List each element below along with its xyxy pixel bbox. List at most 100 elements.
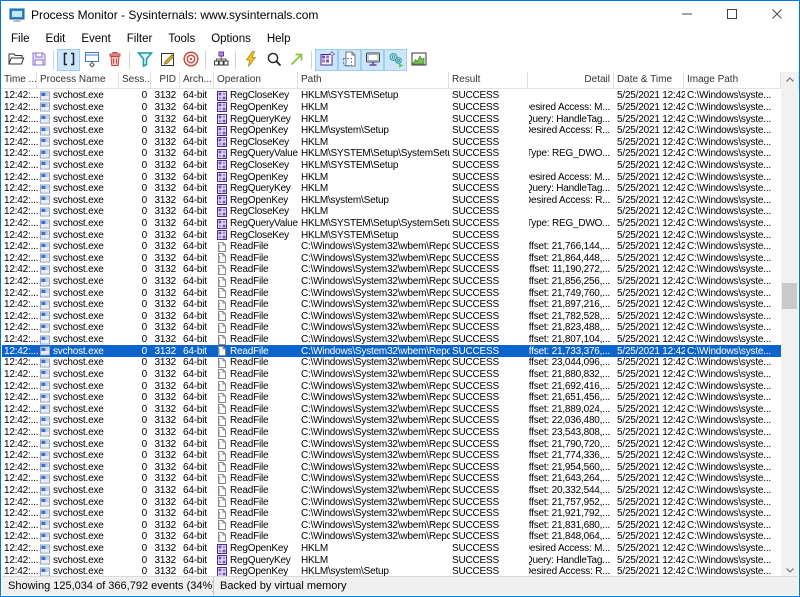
event-row[interactable]: 12:42:... svchost.exe 0 3132 64-bit ReadFile C… (2, 369, 783, 381)
event-row[interactable]: 12:42:... svchost.exe 0 3132 64-bit ReadFile C… (2, 253, 783, 265)
find-button[interactable] (262, 49, 285, 71)
event-row[interactable]: 12:42:... svchost.exe 0 3132 64-bit ReadFile C… (2, 438, 783, 450)
column-header-pid[interactable]: PID (151, 72, 180, 88)
menu-help[interactable]: Help (259, 31, 299, 47)
event-row[interactable]: 12:42:... svchost.exe 0 3132 64-bit ReadFile C… (2, 450, 783, 462)
event-row[interactable]: 12:42:... svchost.exe 0 3132 64-bit RegCloseK… (2, 90, 783, 102)
event-row[interactable]: 12:42:... svchost.exe 0 3132 64-bit ReadFile C… (2, 311, 783, 323)
event-row[interactable]: 12:42:... svchost.exe 0 3132 64-bit ReadFile C… (2, 334, 783, 346)
column-header-image_path[interactable]: Image Path (684, 72, 781, 88)
cell-operation: ReadFile (215, 380, 299, 392)
event-row[interactable]: 12:42:... svchost.exe 0 3132 64-bit RegCloseK… (2, 206, 783, 218)
vertical-scrollbar[interactable] (781, 72, 798, 578)
event-row[interactable]: 12:42:... svchost.exe 0 3132 64-bit RegQueryK… (2, 183, 783, 195)
event-row[interactable]: 12:42:... svchost.exe 0 3132 64-bit ReadFile C… (2, 415, 783, 427)
close-button[interactable] (754, 1, 799, 29)
cell-pid: 3132 (152, 345, 181, 357)
menu-event[interactable]: Event (73, 31, 118, 47)
save-button[interactable] (27, 49, 50, 71)
cell-detail: Offset: 21,757,952,... (529, 496, 615, 508)
event-row[interactable]: 12:42:... svchost.exe 0 3132 64-bit RegQueryV… (2, 148, 783, 160)
cell-text: C:\Windows\System32\wbem\Reposito... (301, 415, 450, 427)
show-profiling-button[interactable] (407, 49, 430, 71)
cell-text: 3132 (154, 519, 177, 531)
show-process-thread-button[interactable] (384, 49, 407, 71)
show-filesystem-button[interactable] (338, 49, 361, 71)
cell-operation: ReadFile (215, 287, 299, 299)
column-header-arch[interactable]: Arch... (180, 72, 214, 88)
event-row[interactable]: 12:42:... svchost.exe 0 3132 64-bit RegQueryV… (2, 218, 783, 230)
event-row[interactable]: 12:42:... svchost.exe 0 3132 64-bit ReadFile C… (2, 520, 783, 532)
event-row[interactable]: 12:42:... svchost.exe 0 3132 64-bit RegQueryK… (2, 554, 783, 566)
event-row[interactable]: 12:42:... svchost.exe 0 3132 64-bit ReadFile C… (2, 299, 783, 311)
column-header-detail[interactable]: Detail (528, 72, 614, 88)
cell-text: HKLM (301, 136, 328, 148)
column-header-operation[interactable]: Operation (214, 72, 298, 88)
highlight-button[interactable] (156, 49, 179, 71)
capture-button[interactable] (57, 49, 80, 71)
cell-time: 12:42:... (2, 206, 38, 218)
maximize-button[interactable] (709, 1, 754, 29)
event-row[interactable]: 12:42:... svchost.exe 0 3132 64-bit ReadFile C… (2, 462, 783, 474)
menu-options[interactable]: Options (203, 31, 259, 47)
column-header-result[interactable]: Result (449, 72, 528, 88)
event-row[interactable]: 12:42:... svchost.exe 0 3132 64-bit ReadFile C… (2, 496, 783, 508)
event-row[interactable]: 12:42:... svchost.exe 0 3132 64-bit RegOpenKe… (2, 125, 783, 137)
column-header-session[interactable]: Sess... (119, 72, 151, 88)
cell-text: 64-bit (183, 415, 207, 427)
event-row[interactable]: 12:42:... svchost.exe 0 3132 64-bit ReadFile C… (2, 287, 783, 299)
menu-tools[interactable]: Tools (160, 31, 203, 47)
column-header-datetime[interactable]: Date & Time (614, 72, 684, 88)
event-row[interactable]: 12:42:... svchost.exe 0 3132 64-bit ReadFile C… (2, 427, 783, 439)
event-row[interactable]: 12:42:... svchost.exe 0 3132 64-bit ReadFile C… (2, 508, 783, 520)
scroll-up-icon[interactable] (781, 72, 798, 87)
event-row[interactable]: 12:42:... svchost.exe 0 3132 64-bit ReadFile C… (2, 357, 783, 369)
column-header-time[interactable]: Time ... (1, 72, 37, 88)
event-row[interactable]: 12:42:... svchost.exe 0 3132 64-bit RegCloseK… (2, 136, 783, 148)
scrollbar-thumb[interactable] (782, 283, 797, 309)
event-row-selected[interactable]: 12:42:... svchost.exe 0 3132 64-bit ReadFile C… (2, 345, 783, 358)
event-row[interactable]: 12:42:... svchost.exe 0 3132 64-bit RegQueryK… (2, 113, 783, 125)
event-row[interactable]: 12:42:... svchost.exe 0 3132 64-bit RegCloseK… (2, 160, 783, 172)
process-icon (40, 520, 50, 530)
filter-button[interactable] (133, 49, 156, 71)
capture-events-button[interactable] (239, 49, 262, 71)
cell-text: 0 (141, 485, 148, 497)
process-tree-button[interactable] (209, 49, 232, 71)
autoscroll-button[interactable] (80, 49, 103, 71)
menu-filter[interactable]: Filter (119, 31, 161, 47)
event-row[interactable]: 12:42:... svchost.exe 0 3132 64-bit ReadFile C… (2, 473, 783, 485)
show-network-button[interactable] (361, 49, 384, 71)
show-registry-button[interactable] (315, 49, 338, 71)
menu-file[interactable]: File (3, 31, 38, 47)
event-row[interactable]: 12:42:... svchost.exe 0 3132 64-bit ReadFile C… (2, 241, 783, 253)
menu-edit[interactable]: Edit (38, 31, 74, 47)
event-row[interactable]: 12:42:... svchost.exe 0 3132 64-bit RegOpenKe… (2, 102, 783, 114)
column-header-path[interactable]: Path (298, 72, 449, 88)
event-row[interactable]: 12:42:... svchost.exe 0 3132 64-bit ReadFile C… (2, 322, 783, 334)
event-row[interactable]: 12:42:... svchost.exe 0 3132 64-bit ReadFile C… (2, 485, 783, 497)
cell-text: Offset: 20,332,544,... (529, 485, 610, 497)
event-row[interactable]: 12:42:... svchost.exe 0 3132 64-bit ReadFile C… (2, 392, 783, 404)
column-header-process[interactable]: Process Name (37, 72, 119, 88)
cell-time: 12:42:... (2, 403, 38, 415)
event-row[interactable]: 12:42:... svchost.exe 0 3132 64-bit ReadFile C… (2, 380, 783, 392)
open-button[interactable] (4, 49, 27, 71)
cell-text: SUCCESS (452, 194, 499, 206)
jump-to-button[interactable] (285, 49, 308, 71)
cell-pid: 3132 (152, 380, 181, 392)
clear-button[interactable] (103, 49, 126, 71)
cell-arch: 64-bit (181, 496, 215, 508)
event-row[interactable]: 12:42:... svchost.exe 0 3132 64-bit ReadFile C… (2, 531, 783, 543)
cell-text: svchost.exe (53, 125, 104, 137)
cell-text: svchost.exe (53, 508, 104, 520)
event-row[interactable]: 12:42:... svchost.exe 0 3132 64-bit RegOpenKe… (2, 194, 783, 206)
event-row[interactable]: 12:42:... svchost.exe 0 3132 64-bit RegOpenKe… (2, 543, 783, 555)
event-row[interactable]: 12:42:... svchost.exe 0 3132 64-bit ReadFile C… (2, 403, 783, 415)
minimize-button[interactable] (664, 1, 709, 29)
event-row[interactable]: 12:42:... svchost.exe 0 3132 64-bit ReadFile C… (2, 264, 783, 276)
event-row[interactable]: 12:42:... svchost.exe 0 3132 64-bit RegCloseK… (2, 229, 783, 241)
event-row[interactable]: 12:42:... svchost.exe 0 3132 64-bit ReadFile C… (2, 276, 783, 288)
event-row[interactable]: 12:42:... svchost.exe 0 3132 64-bit RegOpenKe… (2, 171, 783, 183)
include-process-button[interactable] (179, 49, 202, 71)
